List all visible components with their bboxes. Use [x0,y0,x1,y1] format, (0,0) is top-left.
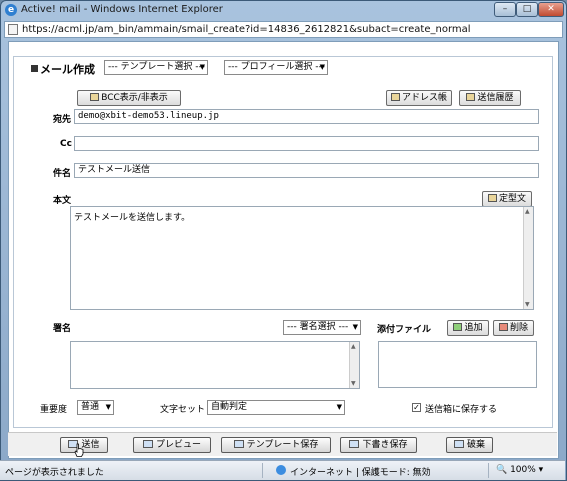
globe-icon [276,465,286,475]
fixed-text-icon [487,194,497,202]
bcc-toggle-label: BCC表示/非表示 [101,93,168,103]
subject-field[interactable]: テストメール送信 [74,163,539,178]
ie-logo-icon: e [5,4,17,16]
status-text: ページが表示されました [5,468,104,478]
profile-select-value: --- プロフィール選択 --- [228,62,326,72]
chevron-down-icon: ▼ [319,63,325,71]
save-draft-icon [349,440,360,448]
add-attachment-label: 追加 [464,323,483,333]
template-select-value: --- テンプレート選択 --- [108,62,205,72]
save-draft-label: 下書き保存 [362,440,408,450]
to-field[interactable]: demo@xbit-demo53.lineup.jp [74,109,539,124]
priority-select[interactable]: 普通 ▼ [77,400,114,415]
discard-button[interactable]: 破棄 [446,437,493,453]
signature-scrollbar[interactable]: ▲ ▼ [349,342,359,388]
chevron-down-icon: ▼ [352,323,358,331]
body-textarea[interactable]: テストメールを送信します。 ▲ ▼ [70,206,534,310]
template-select[interactable]: --- テンプレート選択 --- ▼ [104,60,208,75]
scroll-up-icon[interactable]: ▲ [525,208,530,215]
close-button[interactable]: ✕ [538,2,564,17]
charset-value: 自動判定 [211,402,248,412]
sent-history-button[interactable]: 送信履歴 [459,90,521,106]
preview-label: プレビュー [155,440,201,450]
signature-label: 署名 [53,324,72,334]
title-bar: e Active! mail - Windows Internet Explor… [1,1,566,19]
status-divider [488,463,489,478]
signature-textarea[interactable]: ▲ ▼ [70,341,360,389]
bcc-toggle-button[interactable]: BCC表示/非表示 [77,90,181,106]
save-template-button[interactable]: テンプレート保存 [221,437,331,453]
save-to-sent-checkbox[interactable]: ✓ [412,403,421,412]
chevron-down-icon: ▼ [105,403,111,411]
discard-icon [453,440,464,448]
delete-attachment-label: 削除 [509,323,528,333]
address-book-label: アドレス帳 [401,93,447,103]
security-zone: インターネット | 保護モード: 無効 [290,468,431,478]
discard-label: 破棄 [466,440,485,450]
address-book-icon [390,93,400,101]
attachment-label: 添付ファイル [377,325,432,335]
preview-icon [142,440,153,448]
fixed-text-button[interactable]: 定型文 [482,191,532,207]
save-template-label: テンプレート保存 [246,440,319,450]
save-template-icon [233,440,244,448]
zoom-level[interactable]: 🔍 100% ▾ [496,465,543,475]
preview-button[interactable]: プレビュー [133,437,211,453]
charset-label: 文字セット [160,405,206,415]
profile-select[interactable]: --- プロフィール選択 --- ▼ [224,60,328,75]
priority-value: 普通 [81,402,100,412]
fixed-text-label: 定型文 [498,194,526,204]
delete-icon [498,323,508,331]
scroll-down-icon[interactable]: ▼ [525,301,530,308]
history-icon [466,93,476,101]
charset-select[interactable]: 自動判定 ▼ [207,400,345,415]
save-draft-button[interactable]: 下書き保存 [340,437,417,453]
body-text: テストメールを送信します。 [74,213,191,223]
address-bar[interactable]: https://acml.jp/am_bin/ammain/smail_crea… [4,21,563,38]
sent-history-label: 送信履歴 [477,93,514,103]
save-to-sent-label: 送信箱に保存する [425,405,498,415]
address-book-button[interactable]: アドレス帳 [386,90,452,106]
attachment-list[interactable] [378,341,537,388]
signature-select-value: --- 署名選択 --- [287,322,349,332]
scroll-down-icon[interactable]: ▼ [351,380,356,387]
subject-label: 件名 [53,169,72,179]
page-title: メール作成 [40,63,95,76]
zoom-value: 100% [510,465,536,475]
scroll-up-icon[interactable]: ▲ [351,343,356,350]
status-bar: ページが表示されました インターネット | 保護モード: 無効 🔍 100% ▾ [0,460,565,480]
priority-label: 重要度 [40,405,68,415]
cc-field[interactable] [74,136,539,151]
delete-attachment-button[interactable]: 削除 [493,320,534,336]
send-button[interactable]: 送信 [60,437,108,453]
window-title: Active! mail - Windows Internet Explorer [21,4,223,15]
add-icon [453,323,463,331]
add-attachment-button[interactable]: 追加 [447,320,489,336]
maximize-button[interactable]: □ [516,2,538,17]
chevron-down-icon: ▼ [199,63,205,71]
status-divider [262,463,263,478]
hand-cursor-icon [74,443,84,457]
heading-bullet-icon [31,65,38,72]
page-icon [8,24,18,35]
bcc-icon [90,93,100,101]
chevron-down-icon: ▼ [336,403,342,411]
body-label: 本文 [53,196,72,206]
cc-label: Cc [60,139,72,149]
body-scrollbar[interactable]: ▲ ▼ [523,207,533,309]
signature-select[interactable]: --- 署名選択 --- ▼ [283,320,361,335]
address-url: https://acml.jp/am_bin/ammain/smail_crea… [22,24,471,35]
minimize-button[interactable]: – [494,2,516,17]
send-label: 送信 [81,440,100,450]
to-label: 宛先 [53,115,72,125]
